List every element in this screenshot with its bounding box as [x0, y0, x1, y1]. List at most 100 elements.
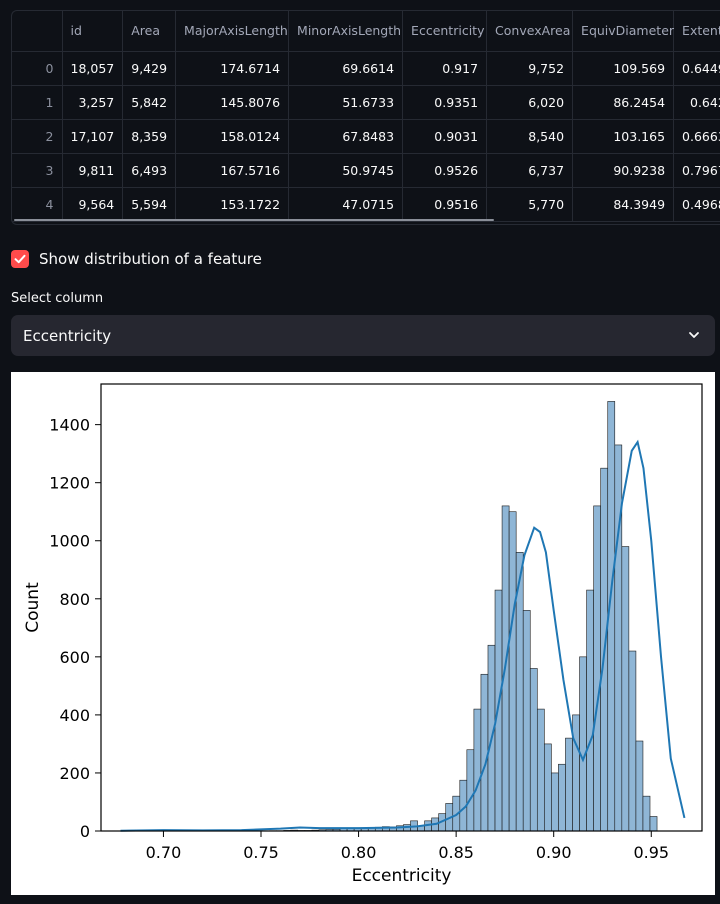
table-cell: 9,564: [62, 187, 124, 222]
table-row[interactable]: 1 3,257 5,842 145.8076 51.6733 0.9351 6,020 86.…: [12, 85, 720, 120]
table-cell: 9,811: [62, 153, 124, 188]
horizontal-scrollbar[interactable]: [14, 219, 494, 221]
table-cell: 9,752: [486, 51, 574, 86]
y-tick-label: 600: [59, 648, 90, 667]
histogram-bar: [572, 714, 580, 832]
column-header[interactable]: EquivDiameter: [572, 11, 675, 52]
table-cell: 0.917: [402, 51, 488, 86]
table-cell: 5,842: [122, 85, 177, 120]
table-cell: 51.6733: [288, 85, 404, 120]
histogram-bar: [579, 656, 587, 832]
y-tick-label: 800: [59, 590, 90, 609]
table-cell: 50.9745: [288, 153, 404, 188]
table-cell: 0.9516: [402, 187, 488, 222]
show-distribution-checkbox-row[interactable]: Show distribution of a feature: [11, 250, 262, 268]
table-cell: 6,493: [122, 153, 177, 188]
x-tick-label: 0.70: [146, 843, 182, 862]
histogram-bar: [551, 772, 559, 832]
select-value: Eccentricity: [23, 326, 112, 345]
x-tick-label: 0.95: [633, 843, 669, 862]
checkbox-label: Show distribution of a feature: [39, 250, 262, 268]
histogram-bar: [558, 763, 566, 832]
table-cell: 8,540: [486, 119, 574, 154]
histogram-bar: [586, 589, 594, 832]
distribution-plot: 0.70 0.75 0.80 0.85 0.90 0.95 0 200 400 600 800 10…: [11, 372, 715, 895]
table-row[interactable]: 2 17,107 8,359 158.0124 67.8483 0.9031 8,540 10…: [12, 119, 720, 154]
show-distribution-checkbox[interactable]: [11, 250, 29, 268]
y-tick-label: 1200: [49, 474, 90, 493]
check-icon: [14, 254, 26, 264]
histogram-bar: [536, 708, 545, 832]
table-row[interactable]: 4 9,564 5,594 153.1722 47.0715 0.9516 5,770 84.…: [12, 187, 720, 222]
column-header[interactable]: MajorAxisLength: [175, 11, 290, 52]
x-tick-label: 0.90: [536, 843, 572, 862]
x-tick-label: 0.75: [243, 843, 279, 862]
table-cell: 6,020: [486, 85, 574, 120]
table-cell: 9,429: [122, 51, 177, 86]
histogram-bar: [642, 795, 651, 832]
table-header-row: id Area MajorAxisLength MinorAxisLength Ecce…: [12, 11, 720, 52]
table-cell: 5,770: [486, 187, 574, 222]
y-tick-label: 1400: [49, 416, 90, 435]
row-index: 4: [12, 187, 63, 222]
y-tick-label: 0: [80, 822, 90, 841]
table-cell: 8,359: [122, 119, 177, 154]
column-header[interactable]: ConvexArea: [486, 11, 574, 52]
column-header[interactable]: Extent: [673, 11, 720, 52]
histogram-bar: [522, 610, 531, 832]
y-tick-label: 200: [59, 764, 90, 783]
table-cell: 67.8483: [288, 119, 404, 154]
table-cell: 158.0124: [175, 119, 290, 154]
table-cell: 84.3949: [572, 187, 675, 222]
table-cell: 0.642: [673, 85, 720, 120]
table-cell: 153.1722: [175, 187, 290, 222]
y-tick-label: 400: [59, 706, 90, 725]
histogram-bar: [494, 589, 503, 832]
x-tick-label: 0.80: [341, 843, 377, 862]
histogram-bar: [466, 749, 475, 832]
column-select[interactable]: Eccentricity: [11, 315, 715, 356]
histogram-bar: [473, 708, 482, 832]
histogram-bar: [508, 511, 517, 832]
table-cell: 18,057: [62, 51, 124, 86]
row-index: 0: [12, 51, 63, 86]
table-cell: 0.9526: [402, 153, 488, 188]
row-index: 2: [12, 119, 63, 154]
column-header[interactable]: MinorAxisLength: [288, 11, 404, 52]
histogram-chart: 0.70 0.75 0.80 0.85 0.90 0.95 0 200 400 600 800 10…: [23, 383, 703, 886]
table-cell: 0.6449: [673, 51, 720, 86]
table-cell: 0.6663: [673, 119, 720, 154]
column-header[interactable]: id: [62, 11, 124, 52]
table-row[interactable]: 3 9,811 6,493 167.5716 50.9745 0.9526 6,737 90.…: [12, 153, 720, 188]
dataframe-table[interactable]: id Area MajorAxisLength MinorAxisLength Ecce…: [11, 10, 720, 225]
histogram-bar: [565, 737, 573, 832]
table-row[interactable]: 0 18,057 9,429 174.6714 69.6614 0.917 9,752 109…: [12, 51, 720, 86]
column-header[interactable]: Area: [122, 11, 177, 52]
y-tick-label: 1000: [49, 532, 90, 551]
table-cell: 0.9031: [402, 119, 488, 154]
table-cell: 17,107: [62, 119, 124, 154]
y-axis-label: Count: [23, 582, 43, 633]
table-cell: 0.9351: [402, 85, 488, 120]
column-header[interactable]: Eccentricity: [402, 11, 488, 52]
table-cell: 86.2454: [572, 85, 675, 120]
histogram-bar: [593, 505, 601, 832]
table-cell: 47.0715: [288, 187, 404, 222]
table-cell: 0.7967: [673, 153, 720, 188]
x-tick-label: 0.85: [438, 843, 474, 862]
table-cell: 103.165: [572, 119, 675, 154]
table-cell: 90.9238: [572, 153, 675, 188]
column-header[interactable]: [12, 11, 63, 52]
histogram-bar: [635, 740, 644, 832]
table-cell: 69.6614: [288, 51, 404, 86]
x-axis-label: Eccentricity: [352, 866, 452, 886]
dataframe: id Area MajorAxisLength MinorAxisLength Ecce…: [12, 11, 720, 222]
table-cell: 5,594: [122, 187, 177, 222]
table-cell: 6,737: [486, 153, 574, 188]
table-cell: 3,257: [62, 85, 124, 120]
histogram-bar: [628, 650, 637, 832]
table-cell: 174.6714: [175, 51, 290, 86]
chevron-down-icon: [689, 332, 699, 338]
select-column-label: Select column: [11, 291, 104, 306]
histogram-bar: [621, 546, 630, 832]
